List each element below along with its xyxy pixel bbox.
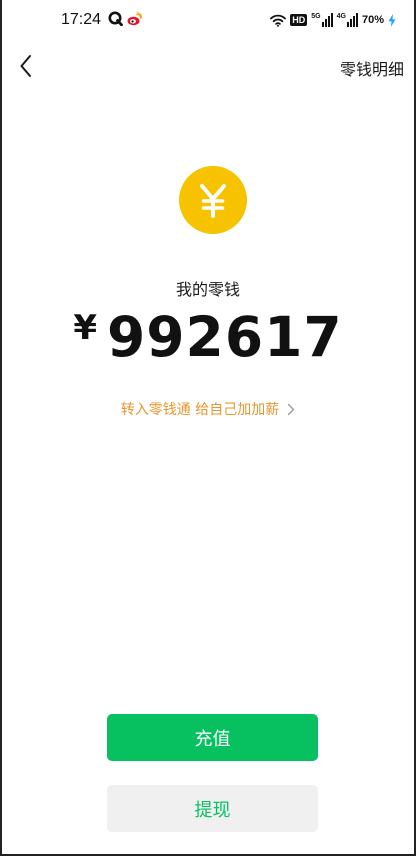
wifi-icon xyxy=(270,14,287,27)
yuan-coin-icon xyxy=(179,166,247,234)
balance-display: ¥ 992617 xyxy=(0,306,416,368)
q-app-icon xyxy=(108,11,123,26)
balance-amount: 992617 xyxy=(107,305,343,369)
withdraw-button[interactable]: 提现 xyxy=(107,785,318,832)
signal-icon-5g: 5G xyxy=(311,13,333,27)
status-time: 17:24 xyxy=(61,11,102,28)
chevron-left-icon xyxy=(20,55,31,77)
currency-symbol: ¥ xyxy=(73,308,98,348)
signal-icon-4g: 4G xyxy=(337,13,358,27)
transaction-details-link[interactable]: 零钱明细 xyxy=(340,56,404,80)
status-indicators: HD 5G 4G 70% xyxy=(270,12,396,28)
weibo-icon xyxy=(127,12,142,26)
status-bar: 17:24 HD 5G 4G 70% xyxy=(0,0,416,40)
battery-level: 70% xyxy=(361,14,384,26)
lingqiantong-promo-link[interactable]: 转入零钱通 给自己加加薪 xyxy=(0,399,416,419)
signal-label-5g: 5G xyxy=(311,13,321,20)
back-button[interactable] xyxy=(12,52,40,80)
balance-label: 我的零钱 xyxy=(175,280,240,299)
chevron-right-icon xyxy=(288,403,295,415)
charging-bolt-icon xyxy=(388,13,396,27)
promo-text: 转入零钱通 给自己加加薪 xyxy=(120,402,280,418)
topup-button[interactable]: 充值 xyxy=(107,714,318,761)
signal-label-4g: 4G xyxy=(336,13,346,20)
hd-badge: HD xyxy=(290,14,308,26)
